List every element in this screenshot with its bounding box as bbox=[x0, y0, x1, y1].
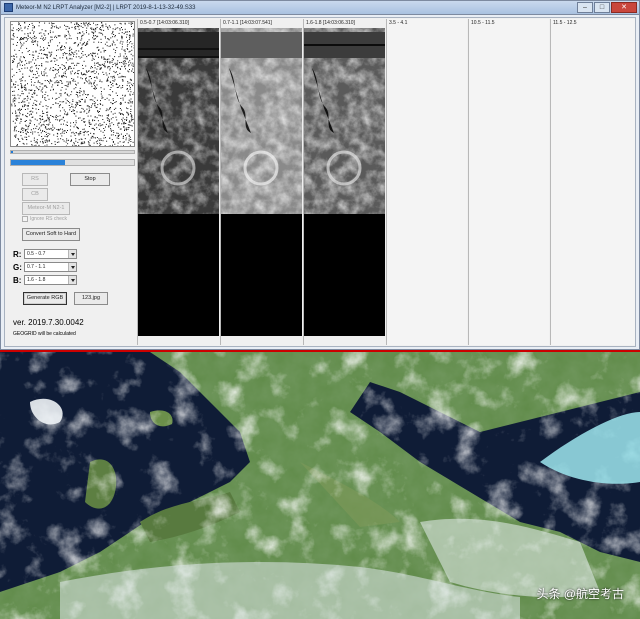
rgb-row-b: B: 1.6 - 1.8 bbox=[13, 275, 77, 285]
channel-panel-4: 3.5 - 4.1 bbox=[386, 19, 467, 345]
generate-rgb-button[interactable]: Generate RGB bbox=[23, 292, 67, 305]
version-label: ver. 2019.7.30.0042 bbox=[13, 318, 84, 327]
channel-image-pic bbox=[221, 28, 302, 214]
stop-button[interactable]: Stop bbox=[70, 173, 110, 186]
chevron-down-icon[interactable] bbox=[68, 250, 76, 258]
satellite-map bbox=[0, 352, 640, 619]
analyzer-window: Meteor-M N2 LRPT Analyzer [M2-2] | LRPT … bbox=[0, 0, 640, 350]
channel-label: 0.7-1.1 [14:03:07.541] bbox=[223, 20, 272, 26]
minimize-button[interactable]: – bbox=[577, 2, 593, 13]
g-select-value: 0.7 - 1.1 bbox=[27, 264, 46, 270]
channel-image-pic bbox=[304, 28, 385, 214]
b-channel-select[interactable]: 1.6 - 1.8 bbox=[24, 275, 77, 285]
checkbox-box[interactable] bbox=[22, 216, 28, 222]
meteor-button[interactable]: Meteor-M N2-1 bbox=[22, 202, 70, 215]
channel-panel-1: 0.5-0.7 [14:03:06.310] bbox=[137, 19, 219, 345]
thin-progress-fill bbox=[11, 151, 14, 153]
channel-label: 10.5 - 11.5 bbox=[471, 20, 495, 26]
constellation-preview bbox=[10, 21, 135, 147]
b-label: B: bbox=[13, 275, 22, 285]
constellation-noise bbox=[11, 22, 134, 146]
geogrid-note: GEOGRID will be calculated bbox=[13, 331, 76, 337]
close-button[interactable]: ✕ bbox=[611, 2, 637, 13]
g-label: G: bbox=[13, 262, 22, 272]
checkbox-label: Ignore RS check bbox=[30, 216, 67, 222]
channel-panel-3: 1.6-1.8 [14:03:06.310] bbox=[303, 19, 385, 345]
rgb-composite-image: 头条 @航空考古 bbox=[0, 350, 640, 619]
watermark-text: 头条 @航空考古 bbox=[536, 587, 624, 601]
jpg-button[interactable]: 123.jpg bbox=[74, 292, 108, 305]
convert-soft-to-hard-button[interactable]: Convert Soft to Hard bbox=[22, 228, 80, 241]
title-bar[interactable]: Meteor-M N2 LRPT Analyzer [M2-2] | LRPT … bbox=[1, 1, 639, 15]
b-select-value: 1.6 - 1.8 bbox=[27, 277, 46, 283]
channel-image-pic bbox=[138, 28, 219, 214]
window-controls: – □ ✕ bbox=[577, 2, 637, 13]
channel-image bbox=[221, 28, 302, 336]
rgb-row-g: G: 0.7 - 1.1 bbox=[13, 262, 77, 272]
channel-image bbox=[138, 28, 219, 336]
thin-progress-bar bbox=[10, 150, 135, 154]
window-title: Meteor-M N2 LRPT Analyzer [M2-2] | LRPT … bbox=[16, 4, 196, 11]
channel-panel-6: 11.5 - 12.5 bbox=[550, 19, 635, 345]
channel-panel-2: 0.7-1.1 [14:03:07.541] bbox=[220, 19, 302, 345]
g-channel-select[interactable]: 0.7 - 1.1 bbox=[24, 262, 77, 272]
r-label: R: bbox=[13, 249, 22, 259]
channel-label: 1.6-1.8 [14:03:06.310] bbox=[306, 20, 355, 26]
channel-panel-5: 10.5 - 11.5 bbox=[468, 19, 549, 345]
chevron-down-icon[interactable] bbox=[68, 276, 76, 284]
channel-label: 0.5-0.7 [14:03:06.310] bbox=[140, 20, 189, 26]
app-icon bbox=[4, 3, 13, 12]
maximize-button[interactable]: □ bbox=[594, 2, 610, 13]
rs-button[interactable]: RS bbox=[22, 173, 48, 186]
channel-image bbox=[304, 28, 385, 336]
cb-button[interactable]: CB bbox=[22, 188, 48, 201]
r-channel-select[interactable]: 0.5 - 0.7 bbox=[24, 249, 77, 259]
screen: Meteor-M N2 LRPT Analyzer [M2-2] | LRPT … bbox=[0, 0, 640, 619]
channel-label: 3.5 - 4.1 bbox=[389, 20, 408, 26]
main-progress-bar bbox=[10, 159, 135, 166]
r-select-value: 0.5 - 0.7 bbox=[27, 251, 46, 257]
ignore-rs-checkbox[interactable]: Ignore RS check bbox=[22, 216, 67, 222]
rgb-row-r: R: 0.5 - 0.7 bbox=[13, 249, 77, 259]
main-progress-fill bbox=[11, 160, 66, 165]
channel-label: 11.5 - 12.5 bbox=[553, 20, 577, 26]
client-area: RS Stop CB Meteor-M N2-1 Ignore RS check… bbox=[4, 17, 636, 347]
chevron-down-icon[interactable] bbox=[68, 263, 76, 271]
